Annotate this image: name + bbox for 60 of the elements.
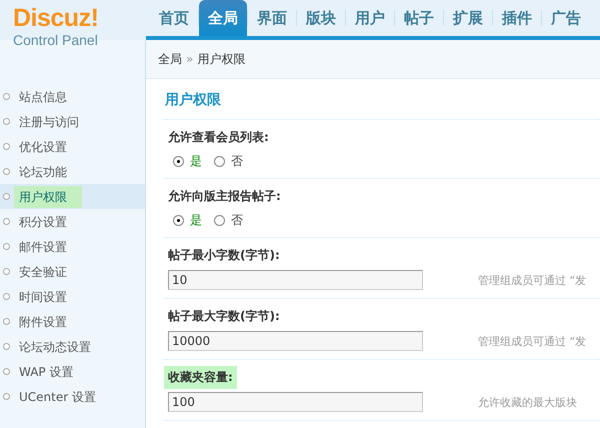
sidebar-item[interactable]: 附件设置 — [14, 310, 75, 332]
sidebar-item[interactable]: WAP 设置 — [14, 360, 82, 382]
bullet-icon — [3, 393, 10, 400]
bullet-icon — [3, 368, 10, 375]
breadcrumb-separator: » — [186, 52, 194, 66]
bullet-icon — [3, 318, 10, 325]
bullet-icon — [3, 193, 10, 200]
nav-tab[interactable]: 扩展 — [444, 0, 492, 36]
bullet-icon — [3, 343, 10, 350]
radio-button[interactable] — [214, 156, 225, 166]
radio-button[interactable] — [173, 214, 184, 226]
setting-label: 帖子最小字数(字节): — [168, 246, 280, 264]
sidebar-item[interactable]: UCenter 设置 — [14, 386, 104, 408]
bullet-icon — [3, 93, 10, 100]
hint-text: 管理组成员可通过 “发 — [478, 272, 586, 288]
bullet-icon — [3, 268, 10, 275]
input-field[interactable]: 10 — [168, 270, 423, 290]
breadcrumb-current: 用户权限 — [197, 50, 246, 68]
bullet-icon — [3, 293, 10, 300]
breadcrumb-link[interactable]: 全局 — [158, 50, 182, 68]
setting-label: 允许查看会员列表: — [168, 128, 269, 146]
bullet-icon — [3, 143, 10, 150]
nav-tab[interactable]: 首页 — [150, 0, 198, 36]
input-field[interactable]: 100 — [168, 392, 423, 412]
hint-text: 管理组成员可通过 “发 — [478, 334, 586, 348]
hint-text: 允许收藏的最大版块 — [478, 394, 577, 410]
sidebar-item[interactable]: 安全验证 — [14, 260, 75, 282]
sidebar-item[interactable]: 优化设置 — [14, 136, 75, 158]
nav-tab[interactable]: 界面 — [248, 0, 296, 36]
sidebar-item[interactable]: 论坛功能 — [14, 160, 75, 182]
section-title: 用户权限 — [163, 79, 600, 120]
sidebar-item[interactable]: 邮件设置 — [14, 236, 75, 258]
sidebar-item[interactable]: 论坛动态设置 — [14, 336, 99, 358]
bullet-icon — [3, 118, 10, 125]
nav-tab[interactable]: 广告 — [542, 0, 590, 36]
nav-tab[interactable]: 插件 — [493, 0, 541, 36]
nav-tab[interactable]: 帖子 — [395, 0, 443, 36]
sidebar-item[interactable]: 注册与访问 — [14, 110, 87, 132]
logo-subtitle: Control Panel — [13, 32, 99, 48]
logo-text: Discuz! — [13, 5, 100, 31]
radio-label: 是 — [190, 152, 202, 170]
radio-label: 是 — [190, 212, 202, 228]
bullet-icon — [3, 168, 10, 175]
nav-tab[interactable]: 全局 — [199, 0, 247, 36]
sidebar-item[interactable]: 积分设置 — [14, 210, 75, 232]
setting-label: 收藏夹容量: — [164, 366, 237, 388]
sidebar-item[interactable]: 时间设置 — [14, 286, 75, 308]
radio-button[interactable] — [214, 214, 225, 226]
setting-label: 帖子最大字数(字节): — [168, 308, 280, 324]
bullet-icon — [3, 218, 10, 225]
nav-tab[interactable]: 版块 — [297, 0, 345, 36]
radio-button[interactable] — [173, 156, 184, 166]
radio-label: 否 — [231, 212, 243, 228]
nav-tab[interactable]: 用户 — [346, 0, 394, 36]
input-field[interactable]: 10000 — [168, 331, 423, 351]
sidebar-item[interactable]: 用户权限 — [14, 186, 82, 208]
radio-label: 否 — [231, 152, 243, 170]
setting-label: 允许向版主报告帖子: — [168, 188, 281, 204]
sidebar-item[interactable]: 站点信息 — [14, 86, 75, 108]
bullet-icon — [3, 243, 10, 250]
